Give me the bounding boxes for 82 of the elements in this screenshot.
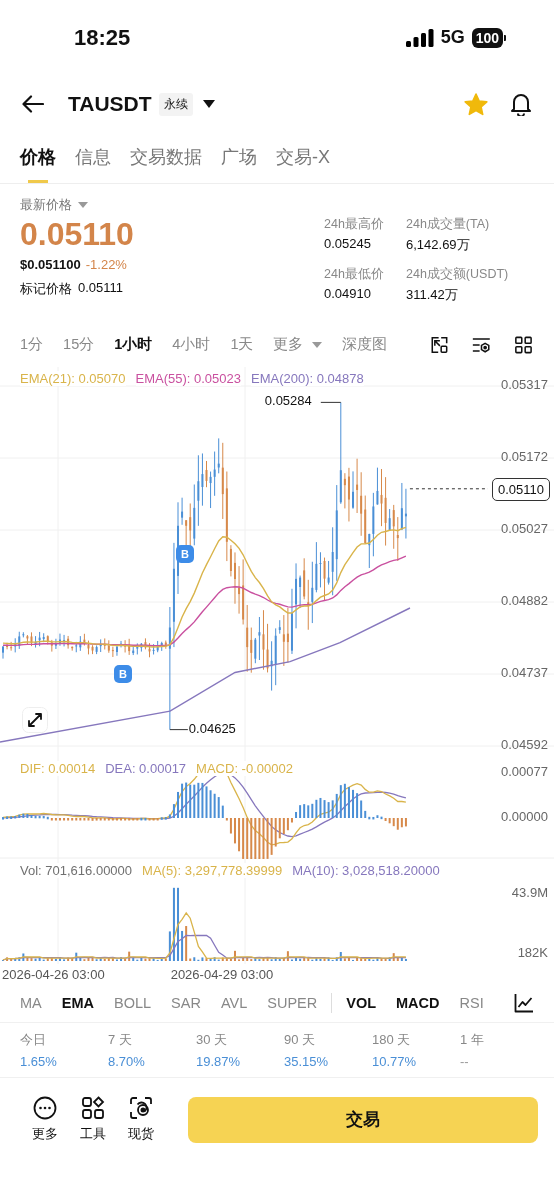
period-label: 1 年: [460, 1031, 485, 1049]
interval-tab[interactable]: 1小时: [114, 335, 153, 354]
indicator-tab[interactable]: AVL: [220, 995, 248, 1011]
period-label: 180 天: [372, 1031, 412, 1049]
period-return: 1.65%: [20, 1054, 58, 1069]
action-button[interactable]: 更多: [32, 1096, 58, 1143]
ema-legend: EMA(55): 0.05023: [135, 371, 242, 386]
nav-tab[interactable]: 交易-X: [276, 133, 330, 183]
stat-label: 24h成交量(TA): [406, 216, 491, 233]
volume-legend: MA(5): 3,297,778.39999: [142, 863, 283, 878]
price-axis-label: 0.05317: [501, 377, 548, 392]
indicator-tab[interactable]: VOL: [346, 995, 377, 1011]
macd-legend: DEA: 0.00017: [105, 761, 187, 776]
time-axis-label: 2026-04-29 03:00: [170, 966, 274, 982]
period-return: 19.87%: [196, 1054, 242, 1069]
ema-legend: EMA(200): 0.04878: [251, 371, 364, 386]
interval-tab[interactable]: 15分: [63, 335, 95, 354]
price-axis-label: 0.04882: [501, 593, 548, 608]
period-label: 90 天: [284, 1031, 317, 1049]
volume-axis-label: 182K: [517, 945, 548, 960]
depth-chart-tab[interactable]: 深度图: [342, 335, 388, 354]
mark-price-label: 标记价格: [20, 280, 72, 298]
stat-label: 24h成交额(USDT): [406, 266, 510, 283]
nav-tab[interactable]: 交易数据: [130, 133, 202, 183]
macd-legend: DIF: 0.00014: [20, 761, 96, 776]
stat-value: 311.42万: [406, 286, 459, 304]
period-return: --: [460, 1054, 470, 1069]
last-price-tag: 0.05110: [491, 477, 550, 501]
action-button[interactable]: 工具: [80, 1096, 106, 1143]
period-label: 今日: [20, 1031, 47, 1049]
macd-axis-label: 0.00077: [501, 764, 548, 779]
stat-label: 24h最高价: [324, 216, 385, 233]
price-axis-label: 0.04737: [501, 665, 548, 680]
interval-tab[interactable]: 1天: [230, 335, 254, 354]
buy-marker[interactable]: B: [176, 545, 194, 563]
interval-tab[interactable]: 4小时: [172, 335, 211, 354]
battery-indicator: 100: [471, 27, 506, 48]
period-return: 35.15%: [284, 1054, 330, 1069]
contract-type-tag: 永续: [158, 92, 193, 116]
nav-tab[interactable]: 信息: [75, 133, 111, 183]
period-label: 7 天: [108, 1031, 133, 1049]
indicator-tab[interactable]: SAR: [171, 995, 201, 1011]
price-axis-label: 0.05172: [501, 449, 548, 464]
indicator-tab[interactable]: MACD: [396, 995, 440, 1011]
macd-axis-label: 0.00000: [501, 809, 548, 824]
price-change: -1.22%: [85, 257, 127, 272]
high-price-label: 0.05284: [264, 393, 312, 409]
indicator-tab[interactable]: RSI: [459, 995, 484, 1011]
macd-legend: MACD: -0.00002: [196, 761, 293, 776]
mark-price: 0.05111: [78, 280, 124, 297]
ema-legend: EMA(21): 0.05070: [20, 371, 126, 386]
nav-tab[interactable]: 广场: [221, 133, 257, 183]
nav-tab[interactable]: 价格: [20, 133, 56, 183]
more-intervals-dropdown[interactable]: 更多: [273, 335, 323, 354]
period-return: 8.70%: [108, 1054, 146, 1069]
symbol-title[interactable]: TAUSDT: [68, 92, 152, 116]
status-time: 18:25: [74, 24, 132, 51]
indicator-tab[interactable]: MA: [20, 995, 42, 1011]
interval-tab[interactable]: 1分: [20, 335, 44, 354]
usd-price: $0.051100: [20, 257, 81, 272]
stat-label: 24h最低价: [324, 266, 385, 283]
volume-legend: Vol: 701,616.00000: [20, 863, 133, 878]
stat-value: 0.05245: [324, 236, 372, 251]
network-type: 5G: [440, 27, 465, 48]
low-price-label: 0.04625: [188, 720, 236, 736]
stat-value: 6,142.69万: [406, 236, 471, 254]
last-price: 0.05110: [20, 216, 135, 253]
volume-axis-label: 43.9M: [511, 885, 548, 900]
indicator-tab[interactable]: BOLL: [114, 995, 152, 1011]
price-axis-label: 0.04592: [501, 737, 548, 752]
buy-marker[interactable]: B: [114, 665, 132, 683]
time-axis-label: 2026-04-26 03:00: [2, 966, 105, 982]
price-label[interactable]: 最新价格: [20, 196, 72, 214]
action-button[interactable]: 现货: [128, 1096, 154, 1143]
volume-legend: MA(10): 3,028,518.20000: [292, 863, 440, 878]
period-return: 10.77%: [372, 1054, 418, 1069]
trade-button[interactable]: 交易: [188, 1096, 538, 1143]
indicator-tab[interactable]: SUPER: [267, 995, 318, 1011]
period-label: 30 天: [196, 1031, 229, 1049]
price-axis-label: 0.05027: [501, 521, 548, 536]
stat-value: 0.04910: [324, 286, 372, 301]
indicator-tab[interactable]: EMA: [61, 995, 94, 1011]
